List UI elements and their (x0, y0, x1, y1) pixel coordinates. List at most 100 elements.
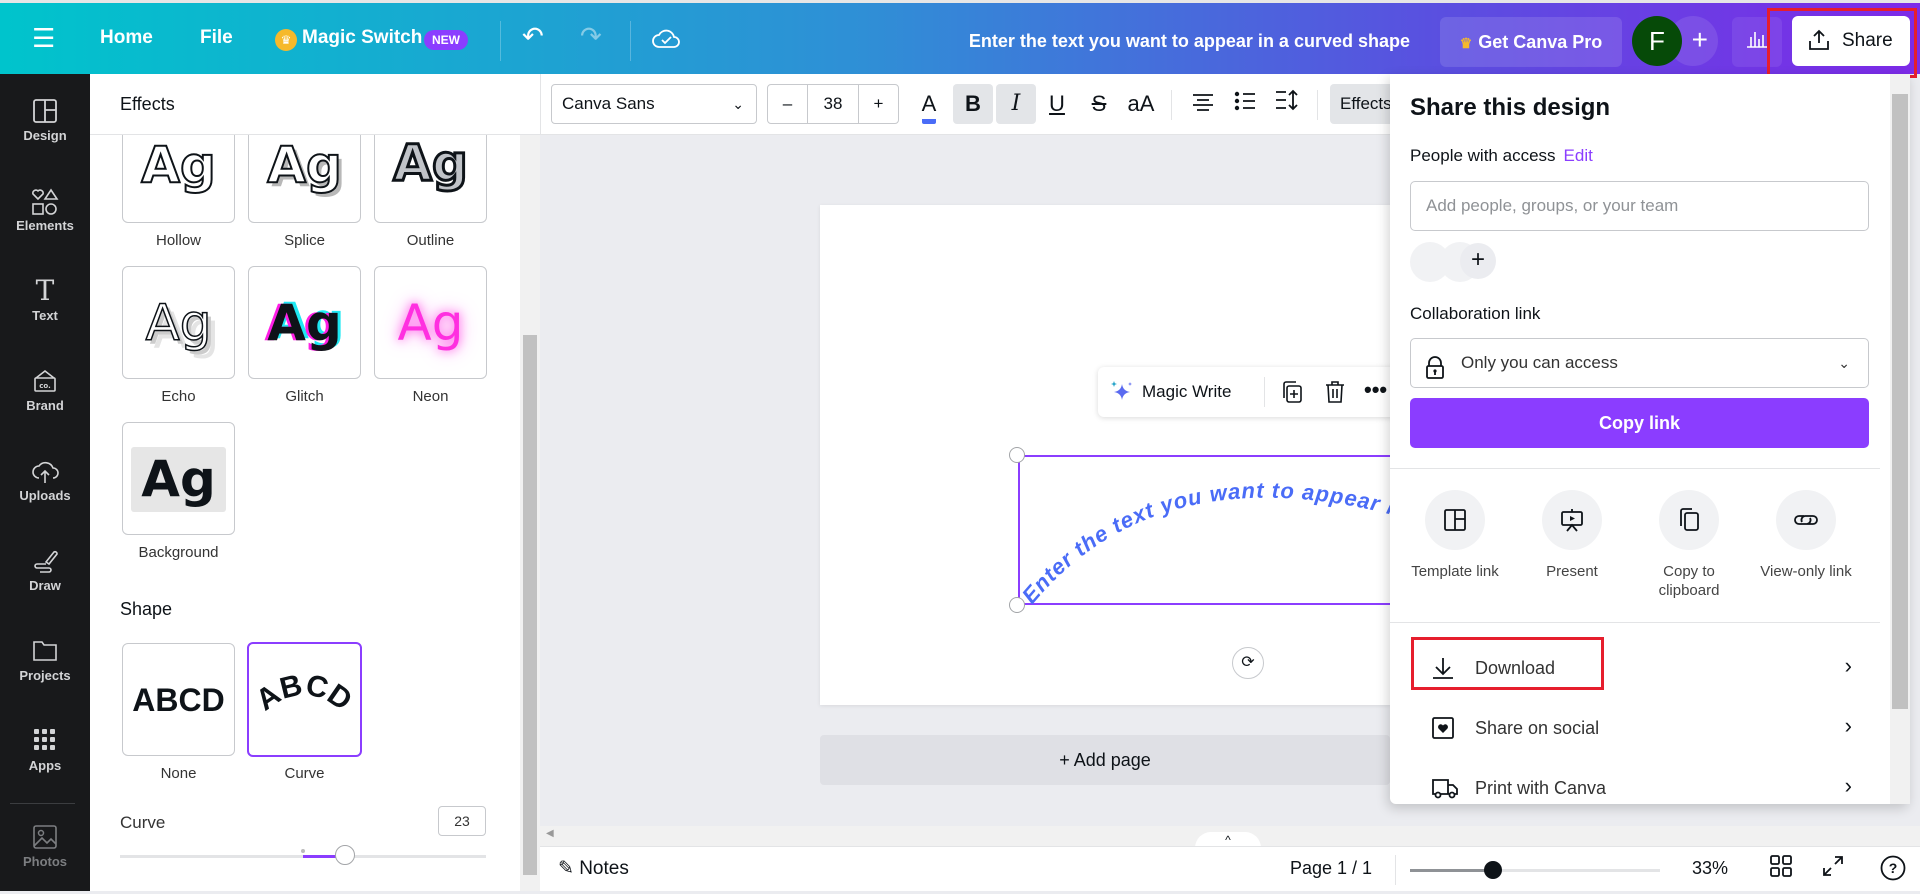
sparkle-icon (1110, 380, 1134, 409)
rotate-icon[interactable]: ⟳ (1232, 647, 1264, 679)
list-icon[interactable] (1225, 84, 1265, 124)
shape-curve[interactable]: ABCD (247, 642, 362, 757)
notes-label: Notes (579, 858, 629, 879)
panel-title: Effects (120, 94, 175, 114)
chevron-right-icon: › (1844, 653, 1852, 678)
rail-label: Brand (26, 398, 64, 413)
row-label: Share on social (1475, 718, 1600, 738)
effect-splice[interactable]: Ag (248, 135, 361, 223)
page-indicator[interactable]: Page 1 / 1 (1290, 858, 1372, 879)
fullscreen-icon[interactable] (1822, 855, 1844, 883)
align-center-icon[interactable] (1183, 84, 1223, 124)
rail-item-projects[interactable]: Projects (0, 628, 90, 708)
shapes-icon (0, 178, 90, 218)
divider (630, 21, 631, 61)
quick-action-label: Present (1546, 563, 1598, 580)
effect-hollow[interactable]: Ag (122, 135, 235, 223)
effect-label: Neon (412, 388, 449, 405)
chevron-down-icon: ⌄ (732, 96, 744, 112)
pen-icon (0, 538, 90, 578)
rail-item-apps[interactable]: Apps (0, 718, 90, 798)
resize-handle[interactable] (1009, 597, 1025, 613)
copy-to-clipboard-button[interactable]: Copy to clipboard (1629, 490, 1749, 600)
edit-access-link[interactable]: Edit (1564, 146, 1593, 165)
add-collaborator-button[interactable]: + (1460, 243, 1496, 279)
curve-value-input[interactable]: 23 (438, 806, 486, 836)
share-panel-scrollbar[interactable] (1890, 74, 1910, 804)
effect-outline[interactable]: Ag (374, 135, 487, 223)
share-on-social-row[interactable]: Share on social › (1410, 703, 1870, 753)
context-toolbar: Magic Write ••• (1098, 367, 1398, 417)
file-menu[interactable]: File (200, 27, 233, 49)
rail-item-design[interactable]: Design (0, 88, 90, 168)
scroll-left-icon[interactable]: ◀ (546, 828, 554, 839)
curve-slider-thumb[interactable] (335, 845, 356, 865)
text-color-icon: A (921, 89, 937, 124)
panel-scrollbar[interactable] (520, 135, 540, 891)
home-link[interactable]: Home (100, 27, 153, 49)
hamburger-icon[interactable]: ☰ (32, 23, 55, 54)
rail-item-uploads[interactable]: Uploads (0, 448, 90, 528)
letter-case-button[interactable]: aA (1121, 84, 1161, 124)
get-canva-pro-button[interactable]: ♛ Get Canva Pro (1440, 17, 1622, 67)
shape-sample: ABCD (132, 682, 225, 718)
rail-item-text[interactable]: T Text (0, 268, 90, 348)
scroll-thumb[interactable] (1892, 94, 1908, 709)
magic-switch-button[interactable]: Magic Switch (302, 27, 422, 49)
font-select[interactable]: Canva Sans ⌄ (551, 84, 757, 124)
increase-size-button[interactable]: + (858, 85, 898, 123)
scroll-thumb[interactable] (523, 335, 537, 875)
divider (1395, 855, 1396, 885)
divider (500, 21, 501, 61)
font-size-input[interactable]: 38 (808, 85, 858, 123)
rail-item-draw[interactable]: Draw (0, 538, 90, 618)
copy-link-button[interactable]: Copy link (1410, 398, 1869, 448)
grid-view-icon[interactable] (1770, 855, 1792, 883)
magic-write-button[interactable]: Magic Write (1142, 382, 1231, 402)
curved-text[interactable]: Enter the text you want to appear in a c… (1020, 457, 1400, 607)
more-icon[interactable]: ••• (1364, 377, 1387, 403)
add-page-button[interactable]: + Add page (820, 735, 1390, 785)
decrease-size-button[interactable]: – (768, 85, 808, 123)
view-only-link-button[interactable]: View-only link (1746, 490, 1866, 581)
rail-item-brand[interactable]: co. Brand (0, 358, 90, 438)
template-link-button[interactable]: Template link (1395, 490, 1515, 581)
spacing-icon[interactable] (1267, 84, 1307, 124)
rail-item-elements[interactable]: Elements (0, 178, 90, 258)
effect-background[interactable]: Ag (122, 422, 235, 535)
zoom-level[interactable]: 33% (1692, 858, 1728, 879)
effect-echo[interactable]: Ag (122, 266, 235, 379)
underline-button[interactable]: U (1037, 84, 1077, 124)
notes-button[interactable]: ✎ Notes (558, 857, 629, 880)
present-button[interactable]: Present (1512, 490, 1632, 581)
italic-button[interactable]: I (996, 84, 1036, 124)
shape-none[interactable]: ABCD (122, 643, 235, 756)
effect-neon[interactable]: Ag (374, 266, 487, 379)
undo-icon[interactable]: ↶ (522, 21, 544, 52)
print-with-canva-row[interactable]: Print with Canva › (1410, 763, 1870, 804)
zoom-slider-thumb[interactable] (1483, 861, 1502, 879)
trash-icon[interactable] (1324, 380, 1346, 409)
resize-handle[interactable] (1009, 447, 1025, 463)
zoom-slider-fill (1410, 869, 1493, 872)
help-icon[interactable]: ? (1880, 855, 1906, 887)
duplicate-icon[interactable] (1280, 380, 1304, 409)
effect-glitch[interactable]: Ag (248, 266, 361, 379)
selected-text-box[interactable]: Enter the text you want to appear in a c… (1018, 455, 1400, 607)
redo-icon[interactable]: ↷ (580, 21, 602, 52)
text-color-button[interactable]: A (909, 84, 949, 124)
avatar[interactable]: F (1632, 16, 1682, 66)
rail-item-photos[interactable]: Photos (0, 814, 90, 894)
cloud-check-icon[interactable] (652, 25, 680, 58)
strikethrough-button[interactable]: S (1079, 84, 1119, 124)
rail-label: Projects (19, 668, 71, 683)
quick-action-label: View-only link (1760, 563, 1852, 580)
effect-sample: Ag (145, 293, 212, 353)
link-access-select[interactable]: Only you can access ⌄ (1410, 338, 1869, 388)
add-people-input[interactable]: Add people, groups, or your team (1410, 181, 1869, 231)
effect-sample: Ag (140, 135, 217, 195)
document-title[interactable]: Enter the text you want to appear in a c… (900, 31, 1410, 52)
bold-button[interactable]: B (953, 84, 993, 124)
bottom-bar: ✎ Notes Page 1 / 1 33% ? (540, 846, 1920, 891)
highlight-box (1767, 8, 1917, 78)
